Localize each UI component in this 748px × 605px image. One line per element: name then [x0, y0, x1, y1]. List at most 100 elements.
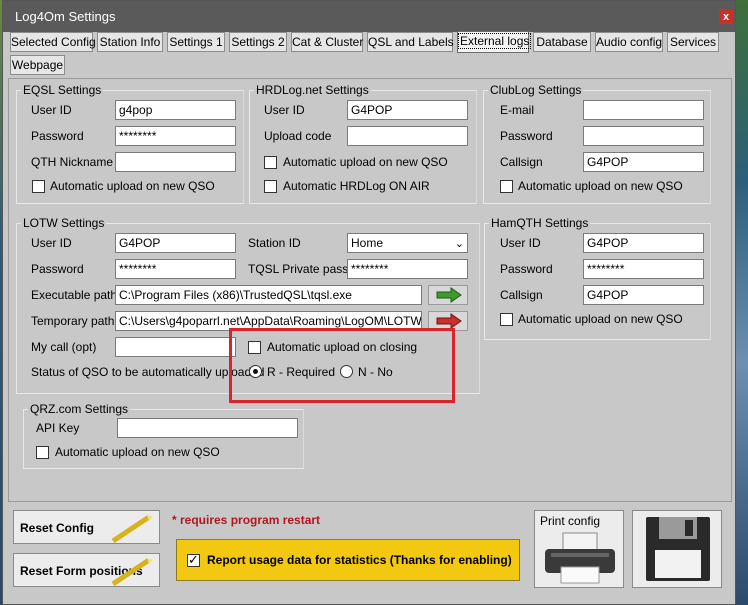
lotw-tqsl-pass-label: TQSL Private pass: [248, 262, 349, 276]
clublog-callsign-label: Callsign: [500, 155, 543, 169]
clublog-callsign-input[interactable]: G4POP: [583, 152, 704, 172]
tab-external-logs[interactable]: External logs: [457, 31, 532, 53]
tab-label: QSL and Labels: [368, 35, 454, 49]
clublog-email-input[interactable]: [583, 100, 704, 120]
eqsl-auto-label: Automatic upload on new QSO: [50, 179, 215, 193]
lotw-my-call-label: My call (opt): [31, 340, 97, 354]
tab-qsl-labels[interactable]: QSL and Labels: [367, 32, 454, 52]
usage-statistics-panel: Report usage data for statistics (Thanks…: [176, 539, 520, 581]
qrz-api-input[interactable]: [117, 418, 298, 438]
qrz-title: QRZ.com Settings: [30, 402, 129, 416]
usage-statistics-checkbox[interactable]: [187, 552, 200, 568]
qrz-api-label: API Key: [36, 421, 80, 435]
eqsl-qth-input[interactable]: [115, 152, 236, 172]
lotw-title: LOTW Settings: [23, 216, 105, 230]
hamqth-user-id-input[interactable]: G4POP: [583, 233, 704, 253]
hamqth-password-label: Password: [500, 262, 553, 276]
print-config-label: Print config: [540, 514, 601, 528]
reset-config-label: Reset Config: [20, 521, 95, 535]
print-config-button[interactable]: Print config: [534, 510, 624, 588]
tab-label: Webpage: [11, 58, 64, 72]
eqsl-password-input[interactable]: ********: [115, 126, 236, 146]
tab-selected-config[interactable]: Selected Config: [10, 32, 96, 52]
title-bar[interactable]: Log4Om Settings x: [3, 1, 735, 32]
hrdlog-title: HRDLog.net Settings: [256, 83, 369, 97]
hrdlog-onair-label: Automatic HRDLog ON AIR: [283, 179, 430, 193]
browse-exe-button[interactable]: [428, 285, 468, 305]
floppy-disk-icon: [646, 517, 710, 581]
lotw-my-call-input[interactable]: [115, 337, 236, 357]
desktop-background-right: [736, 0, 748, 605]
lotw-exe-path-label: Executable path: [31, 288, 118, 302]
eqsl-title: EQSL Settings: [23, 83, 102, 97]
eqsl-auto-checkbox[interactable]: [32, 180, 45, 193]
tab-database[interactable]: Database: [533, 32, 591, 52]
lotw-password-input[interactable]: ********: [115, 259, 236, 279]
tab-label: Station Info: [99, 35, 161, 49]
lotw-station-id-value: Home: [351, 236, 384, 250]
hamqth-password-input[interactable]: ********: [583, 259, 704, 279]
clublog-auto-checkbox[interactable]: [500, 180, 513, 193]
tab-station-info[interactable]: Station Info: [97, 32, 163, 52]
green-arrow-icon: [436, 287, 462, 303]
clublog-password-label: Password: [500, 129, 553, 143]
chevron-down-icon: ⌄: [454, 238, 464, 250]
tab-services[interactable]: Services: [667, 32, 719, 52]
hrdlog-auto-checkbox[interactable]: [264, 156, 277, 169]
hrdlog-upload-code-label: Upload code: [264, 129, 332, 143]
tab-label: Settings 2: [231, 35, 285, 49]
hamqth-title: HamQTH Settings: [491, 216, 589, 230]
clublog-email-label: E-mail: [500, 103, 535, 117]
hrdlog-auto-label: Automatic upload on new QSO: [283, 155, 448, 169]
tab-cat-cluster[interactable]: Cat & Cluster: [291, 32, 363, 52]
tab-label: Selected Config: [11, 35, 96, 49]
magic-wand-icon: [111, 514, 153, 543]
hrdlog-user-id-input[interactable]: G4POP: [347, 100, 468, 120]
tab-label: Audio config: [596, 35, 663, 49]
hamqth-auto-checkbox[interactable]: [500, 313, 513, 326]
save-button[interactable]: [632, 510, 722, 588]
lotw-exe-path-input[interactable]: C:\Program Files (x86)\TrustedQSL\tqsl.e…: [115, 285, 422, 305]
lotw-temp-path-label: Temporary path: [31, 314, 115, 328]
hamqth-auto-label: Automatic upload on new QSO: [518, 312, 683, 326]
lotw-user-id-input[interactable]: G4POP: [115, 233, 236, 253]
tab-label: Services: [669, 35, 716, 49]
tab-settings-1[interactable]: Settings 1: [167, 32, 225, 52]
reset-form-positions-button[interactable]: Reset Form positions: [13, 553, 160, 587]
hamqth-user-id-label: User ID: [500, 236, 541, 250]
eqsl-qth-label: QTH Nickname: [31, 155, 114, 169]
qrz-auto-checkbox[interactable]: [36, 446, 49, 459]
hrdlog-user-id-label: User ID: [264, 103, 305, 117]
clublog-password-input[interactable]: [583, 126, 704, 146]
qrz-auto-label: Automatic upload on new QSO: [55, 445, 220, 459]
tab-label: Cat & Cluster: [292, 35, 364, 49]
close-button[interactable]: x: [719, 10, 733, 24]
lotw-tqsl-pass-input[interactable]: ********: [347, 259, 468, 279]
restart-note: * requires program restart: [172, 513, 321, 527]
eqsl-user-id-label: User ID: [31, 103, 72, 117]
eqsl-password-label: Password: [31, 129, 84, 143]
hamqth-callsign-input[interactable]: G4POP: [583, 285, 704, 305]
tab-webpage[interactable]: Webpage: [10, 55, 65, 75]
reset-config-button[interactable]: Reset Config: [13, 510, 160, 544]
lotw-station-id-dropdown[interactable]: Home ⌄: [347, 233, 468, 253]
tab-settings-2[interactable]: Settings 2: [229, 32, 287, 52]
lotw-user-id-label: User ID: [31, 236, 72, 250]
window-title: Log4Om Settings: [15, 9, 116, 24]
red-highlight-box: [229, 328, 455, 403]
printer-icon: [545, 532, 615, 584]
tab-audio-config[interactable]: Audio config: [595, 32, 663, 52]
tab-label: Settings 1: [169, 35, 223, 49]
clublog-title: ClubLog Settings: [490, 83, 582, 97]
clublog-auto-label: Automatic upload on new QSO: [518, 179, 683, 193]
eqsl-user-id-input[interactable]: g4pop: [115, 100, 236, 120]
lotw-station-id-label: Station ID: [248, 236, 301, 250]
hrdlog-upload-code-input[interactable]: [347, 126, 468, 146]
tab-label: External logs: [458, 33, 532, 49]
usage-statistics-label: Report usage data for statistics (Thanks…: [207, 553, 512, 567]
hrdlog-onair-checkbox[interactable]: [264, 180, 277, 193]
magic-wand-icon: [111, 557, 153, 586]
hamqth-callsign-label: Callsign: [500, 288, 543, 302]
lotw-password-label: Password: [31, 262, 84, 276]
tab-label: Database: [536, 35, 588, 49]
